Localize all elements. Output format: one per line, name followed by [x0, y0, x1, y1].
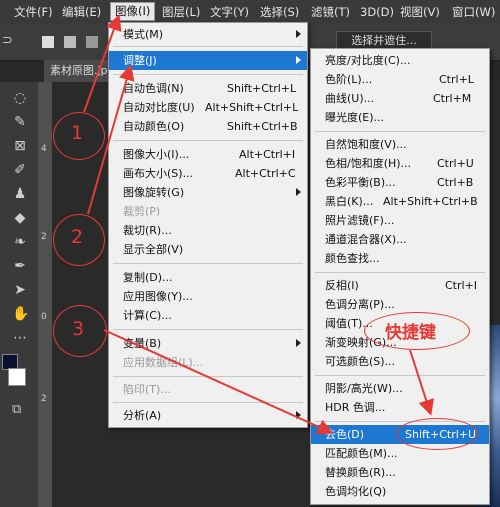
background-color-swatch[interactable] [8, 368, 26, 386]
ruler-label: 4 [41, 144, 47, 154]
menu-item-mode[interactable]: 模式(M) [109, 25, 307, 44]
menu-item-canvas-size[interactable]: 画布大小(S)... Alt+Ctrl+C [109, 164, 307, 183]
menu-item-levels[interactable]: 色阶(L)... Ctrl+L [311, 70, 489, 89]
menu-item-adjust[interactable]: 调整(J) [109, 51, 307, 70]
menu-image[interactable]: 图像(I) [110, 2, 156, 21]
menu-window[interactable]: 窗口(W) [452, 4, 495, 21]
tools-panel: ◌ ✎ ⊠ ✐ ♟ ◆ ❧ ✒ ➤ ✋ ⋯ [0, 82, 38, 507]
menu-item-color-lookup[interactable]: 颜色查找... [311, 249, 489, 268]
menu-item-color-balance[interactable]: 色彩平衡(B)... Ctrl+B [311, 173, 489, 192]
vertical-ruler: 4 2 0 2 [38, 82, 52, 507]
menu-item-photo-filter[interactable]: 照片滤镜(F)... [311, 211, 489, 230]
menu-3d[interactable]: 3D(D) [360, 4, 394, 21]
menu-item-trim[interactable]: 裁切(R)... [109, 221, 307, 240]
menu-type[interactable]: 文字(Y) [210, 4, 249, 21]
menu-item-auto-contrast[interactable]: 自动对比度(U) Alt+Shift+Ctrl+L [109, 98, 307, 117]
menu-edit[interactable]: 编辑(E) [62, 4, 101, 21]
menu-item-crop: 裁剪(P) [123, 205, 161, 218]
document-tab[interactable]: 素材原图.jpg [44, 60, 114, 82]
menu-item-apply-image[interactable]: 应用图像(Y)... [109, 287, 307, 306]
menu-item-replace-color[interactable]: 替换颜色(R)... [311, 463, 489, 482]
menu-item-analysis[interactable]: 分析(A) [109, 406, 307, 425]
image-menu-dropdown: 模式(M) 调整(J) 自动色调(N) Shift+Ctrl+L 自动对比度(U)… [108, 22, 308, 428]
menu-bar: 文件(F) 编辑(E) 图像(I) 图层(L) 文字(Y) 选择(S) 滤镜(T… [0, 0, 500, 24]
annotation-number-2: 2 [71, 226, 84, 248]
submenu-arrow-icon [296, 188, 301, 196]
menu-item-channel-mixer[interactable]: 通道混合器(X)... [311, 230, 489, 249]
menu-layer[interactable]: 图层(L) [162, 4, 200, 21]
menu-item-brightness-contrast[interactable]: 亮度/对比度(C)... [311, 51, 489, 70]
annotation-number-1: 1 [71, 122, 84, 144]
more-tools-icon[interactable]: ⋯ [12, 330, 28, 346]
path-select-tool-icon[interactable]: ➤ [12, 282, 28, 298]
menu-file[interactable]: 文件(F) [14, 4, 53, 21]
ruler-label: 2 [41, 394, 47, 404]
submenu-arrow-icon [296, 56, 301, 64]
eraser-tool-icon[interactable]: ◆ [12, 210, 28, 226]
lasso-options-icon[interactable]: ⊃ [2, 33, 13, 48]
menu-select[interactable]: 选择(S) [260, 4, 299, 21]
submenu-arrow-icon [296, 339, 301, 347]
pen-tool-icon[interactable]: ✒ [12, 258, 28, 274]
menu-item-auto-tone[interactable]: 自动色调(N) Shift+Ctrl+L [109, 79, 307, 98]
add-selection-icon[interactable] [64, 36, 76, 48]
menu-item-auto-color[interactable]: 自动颜色(O) Shift+Ctrl+B [109, 117, 307, 136]
menu-item-reveal-all[interactable]: 显示全部(V) [109, 240, 307, 259]
menu-item-match-color[interactable]: 匹配颜色(M)... [311, 444, 489, 463]
menu-item-trap: 陷印(T)... [123, 383, 171, 396]
stamp-tool-icon[interactable]: ♟ [12, 186, 28, 202]
quick-mask-icon[interactable]: ⧉ [12, 402, 21, 417]
crop-tool-icon[interactable]: ⊠ [12, 138, 28, 154]
subtract-selection-icon[interactable] [86, 36, 98, 48]
shortcut-note-text: 快捷键 [385, 323, 436, 343]
submenu-arrow-icon [296, 411, 301, 419]
menu-item-vibrance[interactable]: 自然饱和度(V)... [311, 135, 489, 154]
menu-filter[interactable]: 滤镜(T) [311, 4, 350, 21]
annotation-number-3: 3 [72, 318, 85, 340]
menu-item-variables[interactable]: 变量(B) [109, 334, 307, 353]
menu-item-black-white[interactable]: 黑白(K)... Alt+Shift+Ctrl+B [311, 192, 489, 211]
ruler-label: 0 [41, 312, 47, 322]
menu-item-curves[interactable]: 曲线(U)... Ctrl+M [311, 89, 489, 108]
shortcut-circle [396, 418, 478, 450]
menu-item-selective-color[interactable]: 可选颜色(S)... [311, 352, 489, 371]
menu-item-image-size[interactable]: 图像大小(I)... Alt+Ctrl+I [109, 145, 307, 164]
menu-item-posterize[interactable]: 色调分离(P)... [311, 295, 489, 314]
menu-item-shadows-highlights[interactable]: 阴影/高光(W)... [311, 379, 489, 398]
new-selection-icon[interactable] [42, 36, 54, 48]
menu-item-exposure[interactable]: 曝光度(E)... [311, 108, 489, 127]
submenu-arrow-icon [296, 30, 301, 38]
eyedropper-tool-icon[interactable]: ✐ [12, 162, 28, 178]
menu-item-hue-saturation[interactable]: 色相/饱和度(H)... Ctrl+U [311, 154, 489, 173]
menu-item-equalize[interactable]: 色调均化(Q) [311, 482, 489, 501]
menu-item-invert[interactable]: 反相(I) Ctrl+I [311, 276, 489, 295]
menu-item-duplicate[interactable]: 复制(D)... [109, 268, 307, 287]
marquee-tool-icon[interactable]: ◌ [12, 90, 28, 106]
menu-item-hdr-toning[interactable]: HDR 色调... [311, 398, 489, 417]
brush-tool-icon[interactable]: ❧ [12, 234, 28, 250]
menu-item-image-rotation[interactable]: 图像旋转(G) [109, 183, 307, 202]
ruler-label: 2 [41, 232, 47, 242]
menu-view[interactable]: 视图(V) [400, 4, 440, 21]
menu-item-calculations[interactable]: 计算(C)... [109, 306, 307, 325]
hand-tool-icon[interactable]: ✋ [12, 306, 29, 322]
quick-select-tool-icon[interactable]: ✎ [12, 114, 28, 130]
menu-item-apply-data-set: 应用数据组(L)... [123, 356, 204, 369]
